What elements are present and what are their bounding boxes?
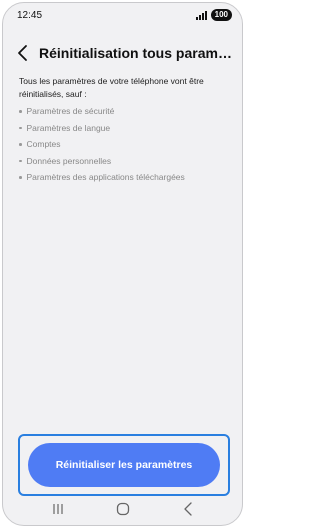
list-item: Paramètres de sécurité xyxy=(19,103,237,120)
intro-text: Tous les paramètres de votre téléphone v… xyxy=(19,76,204,99)
home-icon[interactable] xyxy=(116,502,130,516)
list-item: Données personnelles xyxy=(19,153,237,170)
list-item: Paramètres des applications téléchargées xyxy=(19,169,237,186)
nav-back-icon[interactable] xyxy=(183,502,193,516)
reset-button-highlight: Réinitialiser les paramètres xyxy=(18,434,230,496)
phone-screen: 12:45 100 Réinitialisation tous paramètr… xyxy=(2,2,243,526)
bullet-icon xyxy=(19,176,22,179)
list-item-label: Comptes xyxy=(26,139,61,149)
navigation-bar xyxy=(3,495,242,525)
battery-icon: 100 xyxy=(210,9,232,21)
chevron-left-icon[interactable] xyxy=(15,44,31,62)
status-icons: 100 xyxy=(195,9,232,21)
bullet-icon xyxy=(19,143,22,146)
bullet-icon xyxy=(19,110,22,113)
list-item-label: Paramètres de langue xyxy=(26,122,111,133)
status-bar: 12:45 100 xyxy=(3,3,242,29)
exceptions-list: Paramètres de sécurité Paramètres de lan… xyxy=(19,103,237,186)
list-item-label: Données personnelles xyxy=(26,155,112,166)
page-title: Réinitialisation tous paramètres xyxy=(39,45,235,61)
status-time: 12:45 xyxy=(17,10,43,21)
reset-button[interactable]: Réinitialiser les paramètres xyxy=(28,443,220,487)
recents-icon[interactable] xyxy=(51,503,65,515)
list-item-label: Paramètres des applications téléchargées xyxy=(26,172,185,182)
signal-icon xyxy=(195,10,207,20)
list-item: Comptes xyxy=(19,136,237,153)
bullet-icon xyxy=(19,159,22,162)
list-item-label: Paramètres de sécurité xyxy=(26,106,115,116)
app-header: Réinitialisation tous paramètres xyxy=(3,41,242,67)
bullet-icon xyxy=(19,126,22,129)
list-item: Paramètres de langue xyxy=(19,120,237,137)
